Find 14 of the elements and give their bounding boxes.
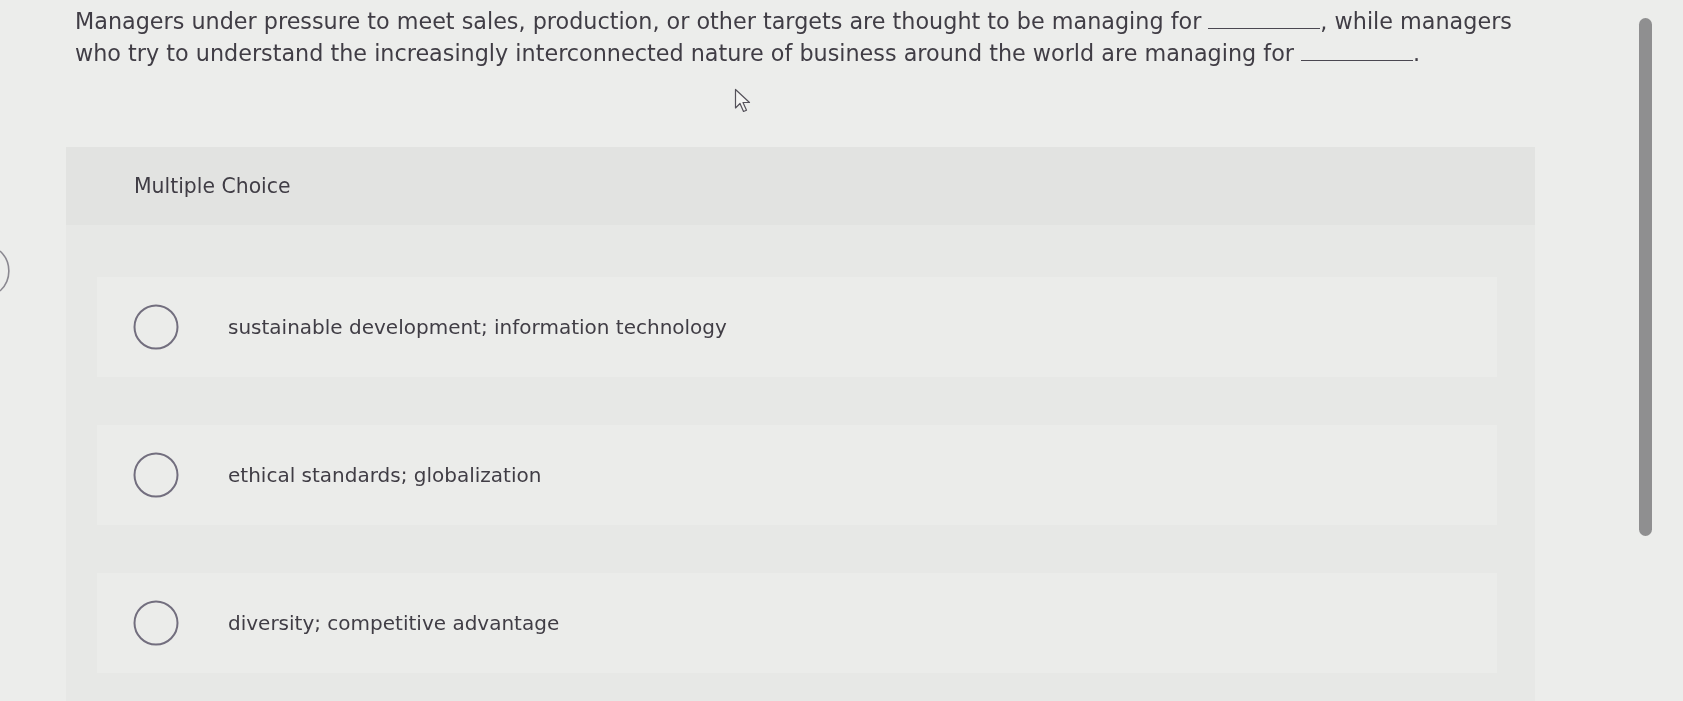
- mouse-pointer-icon: [734, 88, 752, 114]
- question-text: , while managers: [1320, 7, 1512, 36]
- scrollbar-thumb[interactable]: [1639, 18, 1652, 536]
- question-type-label: Multiple Choice: [134, 174, 291, 198]
- question-text: .: [1413, 39, 1421, 68]
- question-text: who try to understand the increasingly interconnected nature of business around the world are managing for: [75, 39, 1294, 68]
- answer-option[interactable]: sustainable development; information technology: [97, 277, 1497, 377]
- answer-option[interactable]: ethical standards; globalization: [97, 425, 1497, 525]
- radio-button[interactable]: [133, 304, 179, 350]
- radio-button[interactable]: [133, 600, 179, 646]
- question-text: Managers under pressure to meet sales, production, or other targets are thought to be managing for: [75, 7, 1202, 36]
- arc-icon: [0, 250, 10, 292]
- answer-option[interactable]: diversity; competitive advantage: [97, 573, 1497, 673]
- radio-button[interactable]: [133, 452, 179, 498]
